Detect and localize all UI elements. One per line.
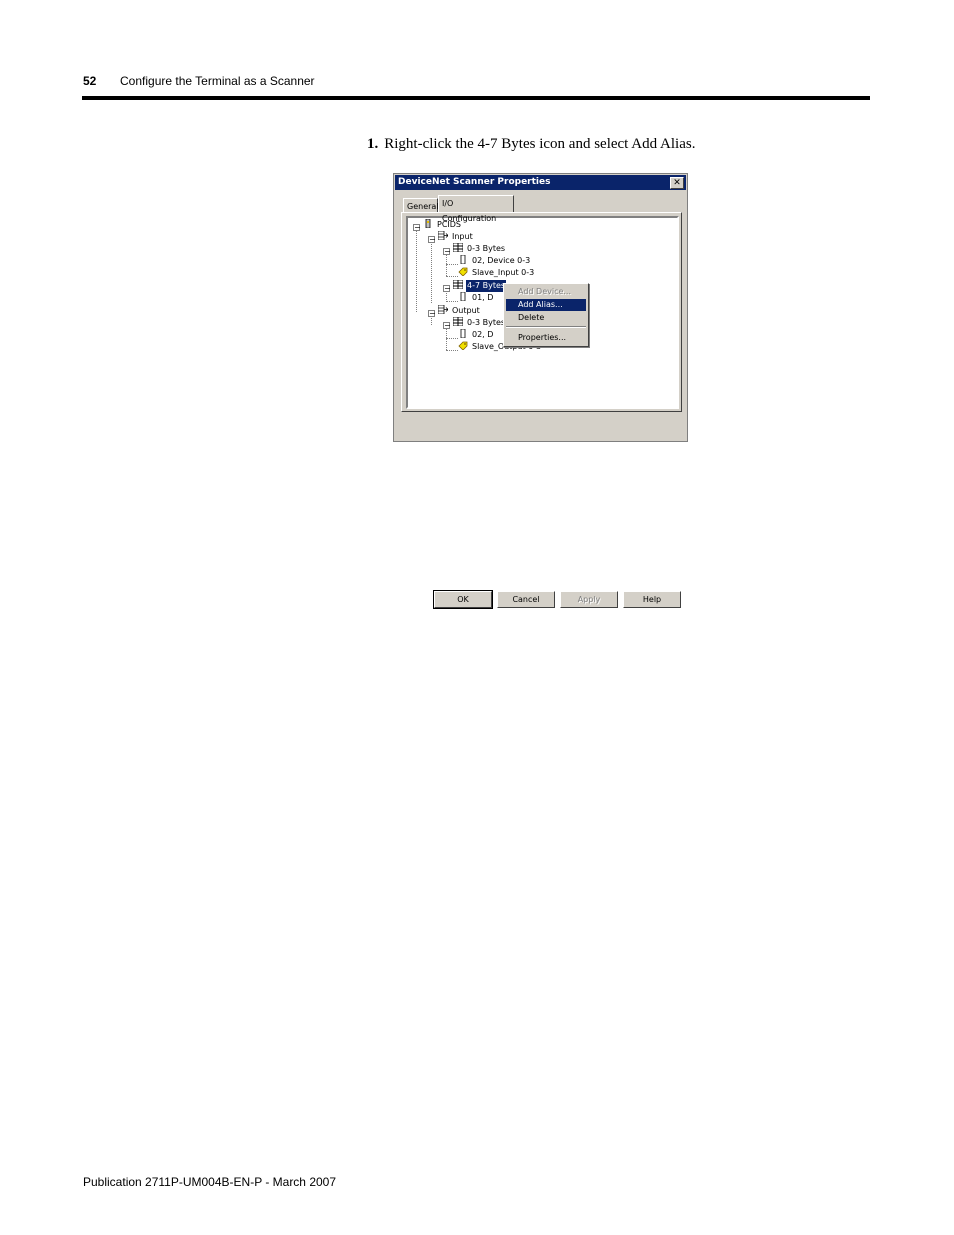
- collapse-icon[interactable]: −: [443, 322, 451, 330]
- header-rule: [82, 96, 870, 100]
- step-number: 1.: [367, 136, 379, 152]
- bytes-table-icon: [453, 243, 463, 252]
- tree-node-label-selected: 4-7 Bytes: [466, 280, 507, 292]
- collapse-icon[interactable]: −: [443, 285, 451, 293]
- tree-line: [446, 301, 458, 302]
- menu-item-properties[interactable]: Properties...: [506, 332, 586, 344]
- cancel-button[interactable]: Cancel: [497, 591, 555, 608]
- tree-node-device[interactable]: 02, D: [458, 329, 494, 341]
- tree-line: [446, 350, 458, 351]
- menu-item-add-alias[interactable]: Add Alias...: [506, 299, 586, 311]
- collapse-icon[interactable]: −: [443, 248, 451, 256]
- apply-button[interactable]: Apply: [560, 591, 618, 608]
- device-icon: [425, 219, 431, 228]
- dialog-title-bar: DeviceNet Scanner Properties ✕: [395, 175, 686, 190]
- device-icon: [460, 255, 466, 264]
- tree-node-input[interactable]: Input: [438, 231, 474, 243]
- tree-line: [431, 240, 432, 303]
- tree-node-label: Slave_Input 0-3: [472, 268, 535, 277]
- context-menu: Add Device... Add Alias... Delete Proper…: [503, 283, 589, 347]
- ok-button[interactable]: OK: [433, 590, 493, 609]
- tree-node-output[interactable]: Output: [438, 305, 481, 317]
- menu-item-delete[interactable]: Delete: [506, 312, 586, 324]
- page-number: 52: [83, 74, 97, 88]
- close-icon[interactable]: ✕: [670, 177, 684, 189]
- collapse-icon[interactable]: −: [428, 310, 436, 318]
- tree-line: [416, 228, 417, 312]
- dialog-title: DeviceNet Scanner Properties: [398, 177, 551, 187]
- input-icon: [438, 231, 448, 240]
- tree-node-label: 0-3 Bytes: [467, 318, 506, 327]
- tree-node-device[interactable]: 01, D: [458, 292, 494, 304]
- tree-node-label: 0-3 Bytes: [467, 244, 506, 253]
- tab-io-configuration[interactable]: I/O Configuration: [438, 195, 514, 223]
- menu-separator: [506, 326, 586, 328]
- alias-tag-icon: [458, 267, 468, 276]
- tree-node-label: Input: [452, 232, 473, 241]
- output-icon: [438, 305, 448, 314]
- tree-line: [446, 338, 458, 339]
- device-icon: [460, 292, 466, 301]
- tree-line: [446, 264, 458, 265]
- tree-node-label: 01, D: [472, 293, 494, 302]
- tree-node-input-0-3-bytes[interactable]: 0-3 Bytes: [453, 243, 506, 255]
- tree-node-label: 02, Device 0-3: [472, 256, 531, 265]
- help-button[interactable]: Help: [623, 591, 681, 608]
- tree-node-label: Output: [452, 306, 480, 315]
- device-icon: [460, 329, 466, 338]
- bytes-table-icon: [453, 317, 463, 326]
- collapse-icon[interactable]: −: [413, 224, 421, 232]
- tree-node-input-4-7-bytes[interactable]: 4-7 Bytes: [453, 280, 507, 292]
- tree-node-label: 02, D: [472, 330, 494, 339]
- bytes-table-icon: [453, 280, 463, 289]
- alias-tag-icon: [458, 341, 468, 350]
- collapse-icon[interactable]: −: [428, 236, 436, 244]
- chapter-title: Configure the Terminal as a Scanner: [120, 74, 315, 88]
- tree-line: [446, 276, 458, 277]
- tab-general[interactable]: General: [403, 198, 439, 213]
- menu-item-add-device[interactable]: Add Device...: [506, 286, 586, 298]
- step-instruction: 1. Right-click the 4-7 Bytes icon and sel…: [367, 136, 695, 153]
- tree-node-output-0-3-bytes[interactable]: 0-3 Bytes: [453, 317, 506, 329]
- tree-node-alias[interactable]: Slave_Input 0-3: [458, 267, 535, 279]
- publication-footer: Publication 2711P-UM004B-EN-P - March 20…: [83, 1175, 337, 1189]
- tree-node-device[interactable]: 02, Device 0-3: [458, 255, 531, 267]
- step-text: Right-click the 4-7 Bytes icon and selec…: [384, 136, 696, 152]
